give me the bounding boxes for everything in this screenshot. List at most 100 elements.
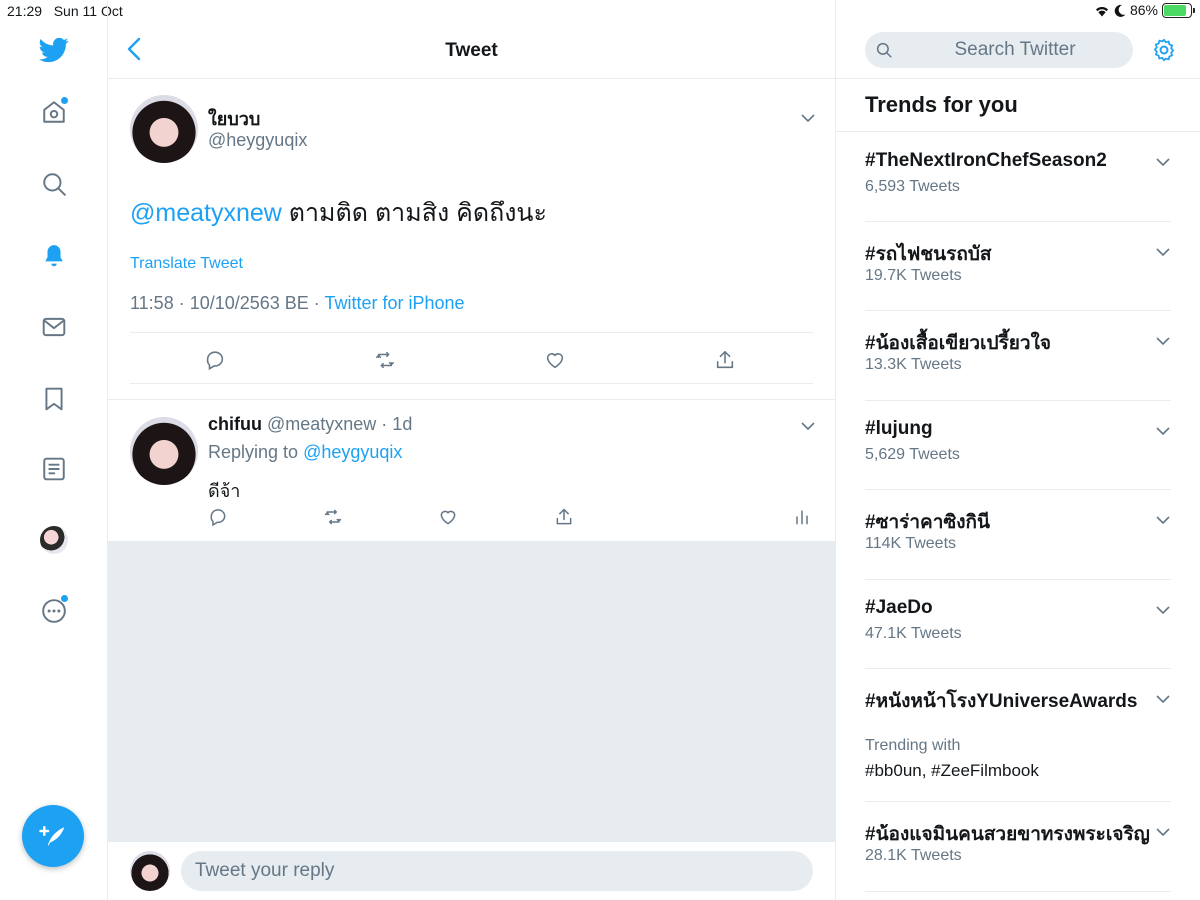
mail-icon[interactable]	[38, 311, 70, 343]
divider	[130, 383, 813, 384]
chevron-down-icon[interactable]	[1155, 512, 1171, 528]
chevron-down-icon[interactable]	[1155, 244, 1171, 260]
search-input[interactable]	[901, 32, 1129, 68]
trends-title: Trends for you	[865, 92, 1018, 117]
trend-count: 28.1K Tweets	[865, 847, 962, 864]
trending-with-label: Trending with	[865, 737, 961, 754]
trend-name: #น้องเสื้อเขียวเปรี้ยวใจ	[865, 333, 1052, 354]
author-name[interactable]: ใยบวบ	[208, 104, 260, 133]
chevron-down-icon[interactable]	[1155, 602, 1171, 618]
chevron-down-icon[interactable]	[800, 110, 816, 126]
empty-area	[108, 541, 835, 841]
trend-name: #lujung	[865, 418, 933, 439]
trend-item[interactable]: #JaeDo 47.1K Tweets	[865, 580, 1171, 669]
trend-item[interactable]: #น้องเสื้อเขียวเปรี้ยวใจ 13.3K Tweets	[865, 311, 1171, 401]
heart-icon	[546, 353, 564, 369]
my-avatar	[130, 851, 170, 891]
trend-count: 47.1K Tweets	[865, 625, 962, 642]
page-title: Tweet	[445, 40, 498, 61]
share-button[interactable]	[712, 347, 738, 373]
compose-tweet-button[interactable]	[22, 805, 84, 867]
feather-plus-icon	[39, 826, 65, 846]
chevron-down-icon[interactable]	[1155, 423, 1171, 439]
retweet-button[interactable]	[323, 507, 345, 529]
retweet-button[interactable]	[372, 347, 398, 373]
profile-avatar[interactable]	[38, 524, 70, 556]
more-notification-dot	[61, 595, 68, 602]
share-icon	[716, 350, 734, 369]
chevron-down-icon[interactable]	[800, 418, 816, 434]
comment-icon	[206, 351, 224, 371]
trend-item[interactable]: #ซาร่าคาซิงกินี 114K Tweets	[865, 490, 1171, 580]
main-column: Tweet ใยบวบ @heygyuqix @meatyxnew ตามติด…	[108, 0, 836, 900]
twitter-logo-icon[interactable]	[38, 34, 70, 66]
trend-count: 114K Tweets	[865, 535, 957, 552]
chevron-down-icon[interactable]	[1155, 154, 1171, 170]
search-box[interactable]	[865, 32, 1133, 68]
trend-name: #TheNextIronChefSeason2	[865, 150, 1107, 171]
replying-to: Replying to @heygyuqix	[208, 442, 403, 462]
trend-name: #หนังหน้าโรงYUniverseAwards	[865, 691, 1138, 712]
tweet-text: @meatyxnew ตามติด ตามสิง คิดถึงนะ	[130, 193, 547, 233]
translate-tweet-link[interactable]: Translate Tweet	[130, 255, 243, 273]
trend-count: 13.3K Tweets	[865, 356, 962, 373]
like-button[interactable]	[542, 347, 568, 373]
like-button[interactable]	[438, 507, 460, 529]
divider	[836, 78, 1200, 79]
home-notification-dot	[61, 97, 68, 104]
divider	[130, 332, 813, 333]
comment-icon	[210, 509, 226, 527]
reply-handle-time: @meatyxnew · 1d	[262, 414, 413, 434]
settings-button[interactable]	[1151, 37, 1177, 68]
share-icon	[556, 508, 572, 525]
trend-item[interactable]: #รถไฟชนรถบัส 19.7K Tweets	[865, 222, 1171, 311]
home-icon[interactable]	[38, 96, 70, 128]
left-nav	[0, 0, 108, 900]
retweet-icon	[376, 351, 394, 369]
reply-button[interactable]	[208, 507, 230, 529]
heart-icon	[440, 510, 456, 525]
replying-to-link[interactable]: @heygyuqix	[303, 442, 402, 462]
trend-count: 5,629 Tweets	[865, 446, 960, 463]
chevron-down-icon[interactable]	[1155, 824, 1171, 840]
trend-name: #น้องแจมินคนสวยขาทรงพระเจริญ	[865, 824, 1150, 845]
trend-name: #JaeDo	[865, 597, 933, 618]
reply-input[interactable]	[181, 851, 813, 891]
tweet-source-link[interactable]: Twitter for iPhone	[324, 293, 464, 313]
retweet-icon	[324, 509, 342, 525]
trend-count: 6,593 Tweets	[865, 178, 960, 195]
author-handle[interactable]: @heygyuqix	[208, 130, 307, 151]
analytics-button[interactable]	[792, 507, 814, 529]
bookmark-icon[interactable]	[38, 383, 70, 415]
trend-item[interactable]: #TheNextIronChefSeason2 6,593 Tweets	[865, 132, 1171, 222]
trending-with-tags[interactable]: #bb0un, #ZeeFilmbook	[865, 761, 1039, 781]
main-header: Tweet	[108, 22, 835, 79]
more-icon[interactable]	[38, 595, 70, 627]
trend-item[interactable]: #น้องแจมินคนสวยขาทรงพระเจริญ 28.1K Tweet…	[865, 802, 1171, 892]
right-sidebar: Trends for you #TheNextIronChefSeason2 6…	[836, 0, 1200, 900]
bell-icon[interactable]	[38, 240, 70, 272]
reply-author-avatar[interactable]	[130, 417, 198, 485]
reply-text: ดีจ้า	[208, 481, 241, 501]
trend-name: #รถไฟชนรถบัส	[865, 244, 992, 265]
trend-count: 19.7K Tweets	[865, 267, 962, 284]
trend-item[interactable]: #หนังหน้าโรงYUniverseAwards Trending wit…	[865, 669, 1171, 802]
chevron-down-icon[interactable]	[1155, 333, 1171, 349]
divider	[108, 399, 835, 400]
reply-header: chifuu @meatyxnew · 1d	[208, 414, 412, 435]
trend-item[interactable]: #lujung 5,629 Tweets	[865, 401, 1171, 490]
tweet-meta: 11:58 · 10/10/2563 BE · Twitter for iPho…	[130, 293, 465, 314]
reply-composer	[108, 841, 835, 900]
trend-name: #ซาร่าคาซิงกินี	[865, 512, 991, 533]
lists-icon[interactable]	[38, 453, 70, 485]
author-avatar[interactable]	[130, 95, 198, 163]
search-icon[interactable]	[38, 168, 70, 200]
gear-icon	[1153, 38, 1175, 62]
tweet-mention-link[interactable]: @meatyxnew	[130, 199, 282, 227]
analytics-icon	[796, 510, 808, 525]
reply-button[interactable]	[202, 347, 228, 373]
share-button[interactable]	[554, 507, 576, 529]
reply-author-name[interactable]: chifuu	[208, 414, 262, 434]
chevron-down-icon[interactable]	[1155, 691, 1171, 707]
search-icon	[876, 42, 892, 58]
